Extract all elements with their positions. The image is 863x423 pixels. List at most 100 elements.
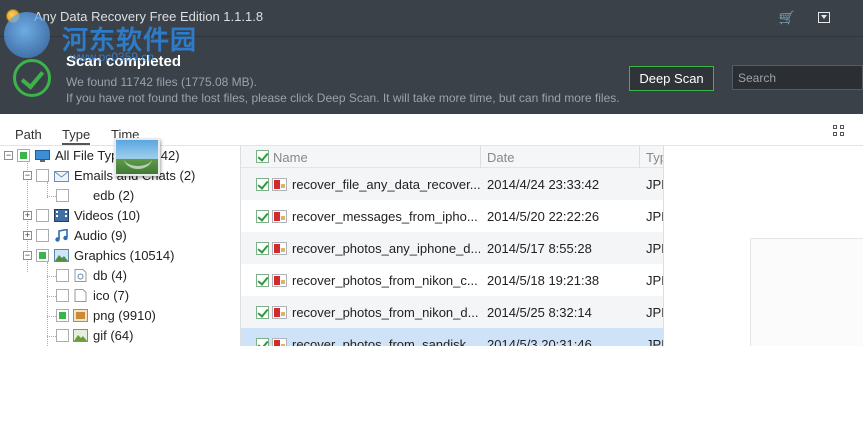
- jpg-file-icon: [272, 274, 287, 287]
- collapse-icon[interactable]: −: [23, 251, 32, 260]
- file-type: JPI: [646, 337, 663, 346]
- tree-checkbox[interactable]: [56, 189, 69, 202]
- blank-file-icon: [74, 289, 87, 302]
- tree-item-label: Videos (10): [74, 208, 141, 223]
- scan-hint-text: If you have not found the lost files, pl…: [66, 91, 620, 105]
- tab-path[interactable]: Path: [15, 127, 42, 142]
- tree-item-gif[interactable]: gif (64): [0, 326, 239, 346]
- tree-item-edb[interactable]: edb (2): [0, 186, 239, 206]
- tree-item-png[interactable]: png (9910): [0, 306, 239, 326]
- row-checkbox[interactable]: [256, 178, 269, 191]
- jpg-file-icon: [272, 306, 287, 319]
- file-type: JPI: [646, 209, 663, 224]
- tree-item-label: gif (64): [93, 328, 134, 343]
- tree-checkbox[interactable]: [36, 169, 49, 182]
- tab-type[interactable]: Type: [62, 127, 91, 145]
- tree-checkbox[interactable]: [36, 209, 49, 222]
- scan-found-summary: We found 11742 files (1775.08 MB).: [66, 75, 258, 89]
- file-name: recover_photos_from_nikon_c...: [292, 273, 478, 288]
- row-checkbox[interactable]: [256, 306, 269, 319]
- file-type: JPI: [646, 305, 663, 320]
- window-title: Any Data Recovery Free Edition 1.1.1.8: [34, 9, 264, 24]
- file-name: recover_photos_from_nikon_d...: [292, 305, 479, 320]
- expand-icon[interactable]: +: [23, 231, 32, 240]
- column-header-date[interactable]: Date: [487, 150, 514, 165]
- tree-item-graphics[interactable]: − Graphics (10514): [0, 246, 239, 266]
- file-date: 2014/5/17 8:55:28: [487, 241, 592, 256]
- table-row[interactable]: recover_photos_from_nikon_d... 2014/5/25…: [241, 296, 663, 328]
- search-input[interactable]: [732, 65, 863, 90]
- tree-checkbox[interactable]: [56, 289, 69, 302]
- tree-checkbox[interactable]: [36, 229, 49, 242]
- table-row[interactable]: recover_photos_any_iphone_d... 2014/5/17…: [241, 232, 663, 264]
- image-icon: [54, 249, 69, 262]
- table-row[interactable]: recover_photos_from_nikon_c... 2014/5/18…: [241, 264, 663, 296]
- table-row[interactable]: recover_file_any_data_recover... 2014/4/…: [241, 168, 663, 200]
- table-row-selected[interactable]: recover_photos_from_sandisk... 2014/5/3 …: [241, 328, 663, 346]
- tree-item-videos[interactable]: + Videos (10): [0, 206, 239, 226]
- menu-dropdown-icon[interactable]: [815, 9, 833, 27]
- tree-item-label: Audio (9): [74, 228, 127, 243]
- file-type: JPI: [646, 273, 663, 288]
- photo-icon: [114, 138, 160, 176]
- file-date: 2014/5/25 8:32:14: [487, 305, 592, 320]
- scan-complete-check-icon: [13, 59, 51, 97]
- tree-checkbox[interactable]: [56, 269, 69, 282]
- tree-item-label: db (4): [93, 268, 127, 283]
- file-list-header: Name Date Typ: [241, 146, 663, 168]
- deep-scan-button[interactable]: Deep Scan: [629, 66, 714, 91]
- column-header-name[interactable]: Name: [273, 150, 308, 165]
- app-logo-icon: [6, 9, 20, 23]
- jpg-file-icon: [272, 210, 287, 223]
- tree-item-label: ico (7): [93, 288, 130, 303]
- collapse-icon[interactable]: −: [4, 151, 13, 160]
- file-date: 2014/5/18 19:21:38: [487, 273, 600, 288]
- jpg-file-icon: [272, 178, 287, 191]
- file-type: JPI: [646, 241, 663, 256]
- tree-item-audio[interactable]: + Audio (9): [0, 226, 239, 246]
- music-icon: [55, 229, 68, 242]
- row-checkbox[interactable]: [256, 338, 269, 346]
- video-icon: [54, 209, 69, 222]
- jpg-file-icon: [272, 338, 287, 346]
- file-type: JPI: [646, 177, 663, 192]
- file-name: recover_file_any_data_recover...: [292, 177, 480, 192]
- gif-file-icon: [73, 329, 88, 342]
- file-date: 2014/5/20 22:22:26: [487, 209, 600, 224]
- row-checkbox[interactable]: [256, 274, 269, 287]
- scan-status-title: Scan completed: [66, 53, 182, 70]
- tree-checkbox[interactable]: [56, 329, 69, 342]
- preview-frame: [750, 238, 863, 346]
- monitor-icon: [35, 150, 50, 162]
- preview-pane: [673, 146, 863, 346]
- row-checkbox[interactable]: [256, 242, 269, 255]
- scan-status-panel: Scan completed We found 11742 files (177…: [0, 36, 863, 114]
- tree-checkbox[interactable]: [17, 149, 30, 162]
- tree-checkbox[interactable]: [56, 309, 69, 322]
- tree-item-db[interactable]: db (4): [0, 266, 239, 286]
- jpg-file-icon: [272, 242, 287, 255]
- file-list: Name Date Typ recover_file_any_data_reco…: [240, 146, 663, 346]
- db-file-icon: [74, 269, 87, 282]
- grid-view-icon[interactable]: [833, 125, 845, 137]
- column-header-type[interactable]: Typ: [646, 150, 663, 165]
- email-icon: [54, 171, 69, 182]
- cart-icon[interactable]: 🛒: [778, 9, 796, 27]
- png-file-icon: [73, 309, 88, 322]
- title-bar: Any Data Recovery Free Edition 1.1.1.8 🛒: [0, 0, 863, 36]
- row-checkbox[interactable]: [256, 210, 269, 223]
- tree-item-label: edb (2): [93, 188, 135, 203]
- tree-item-label: png (9910): [93, 308, 156, 323]
- file-name: recover_photos_from_sandisk...: [292, 337, 477, 346]
- tree-checkbox[interactable]: [36, 249, 49, 262]
- pane-splitter[interactable]: [663, 146, 673, 346]
- file-date: 2014/4/24 23:33:42: [487, 177, 600, 192]
- collapse-icon[interactable]: −: [23, 171, 32, 180]
- table-row[interactable]: recover_messages_from_ipho... 2014/5/20 …: [241, 200, 663, 232]
- file-name: recover_messages_from_ipho...: [292, 209, 478, 224]
- tree-item-ico[interactable]: ico (7): [0, 286, 239, 306]
- file-name: recover_photos_any_iphone_d...: [292, 241, 480, 256]
- expand-icon[interactable]: +: [23, 211, 32, 220]
- select-all-checkbox[interactable]: [256, 150, 269, 163]
- file-date: 2014/5/3 20:31:46: [487, 337, 592, 346]
